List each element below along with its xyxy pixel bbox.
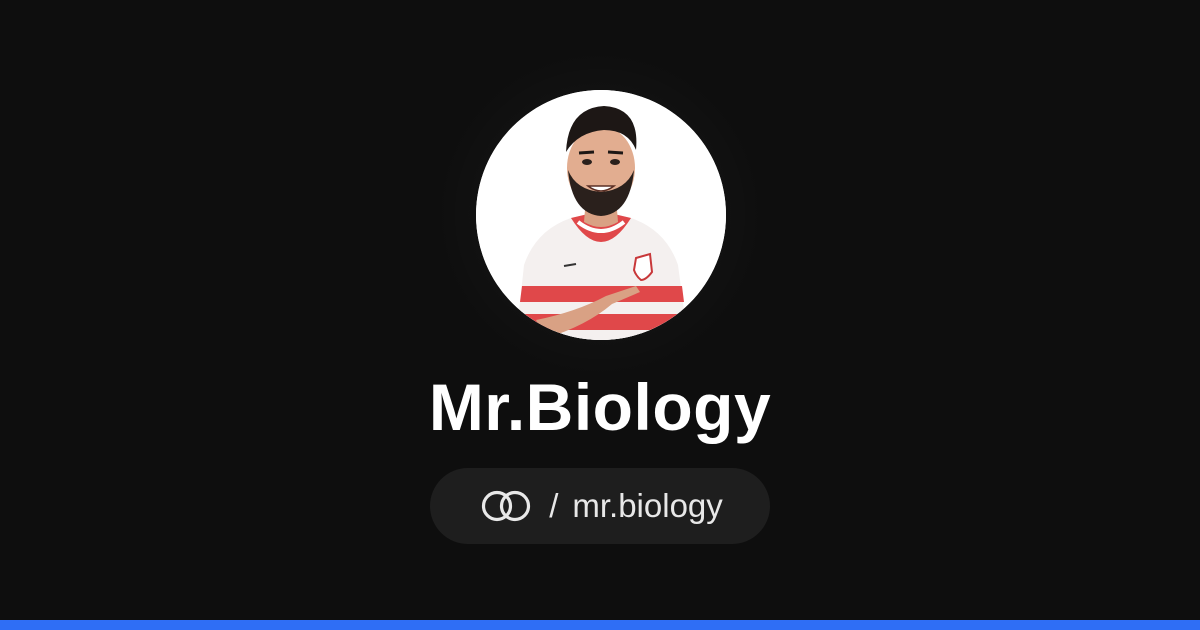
avatar[interactable] <box>476 90 726 340</box>
avatar-illustration <box>476 90 726 340</box>
bottom-accent-bar <box>0 620 1200 630</box>
profile-name: Mr.Biology <box>428 370 772 444</box>
profile-card: Mr.Biology / mr.biology <box>0 0 1200 630</box>
handle-separator: / <box>549 487 559 524</box>
profile-handle-button[interactable]: / mr.biology <box>430 468 770 544</box>
profile-handle: mr.biology <box>572 487 723 524</box>
linked-rings-icon <box>482 490 531 522</box>
